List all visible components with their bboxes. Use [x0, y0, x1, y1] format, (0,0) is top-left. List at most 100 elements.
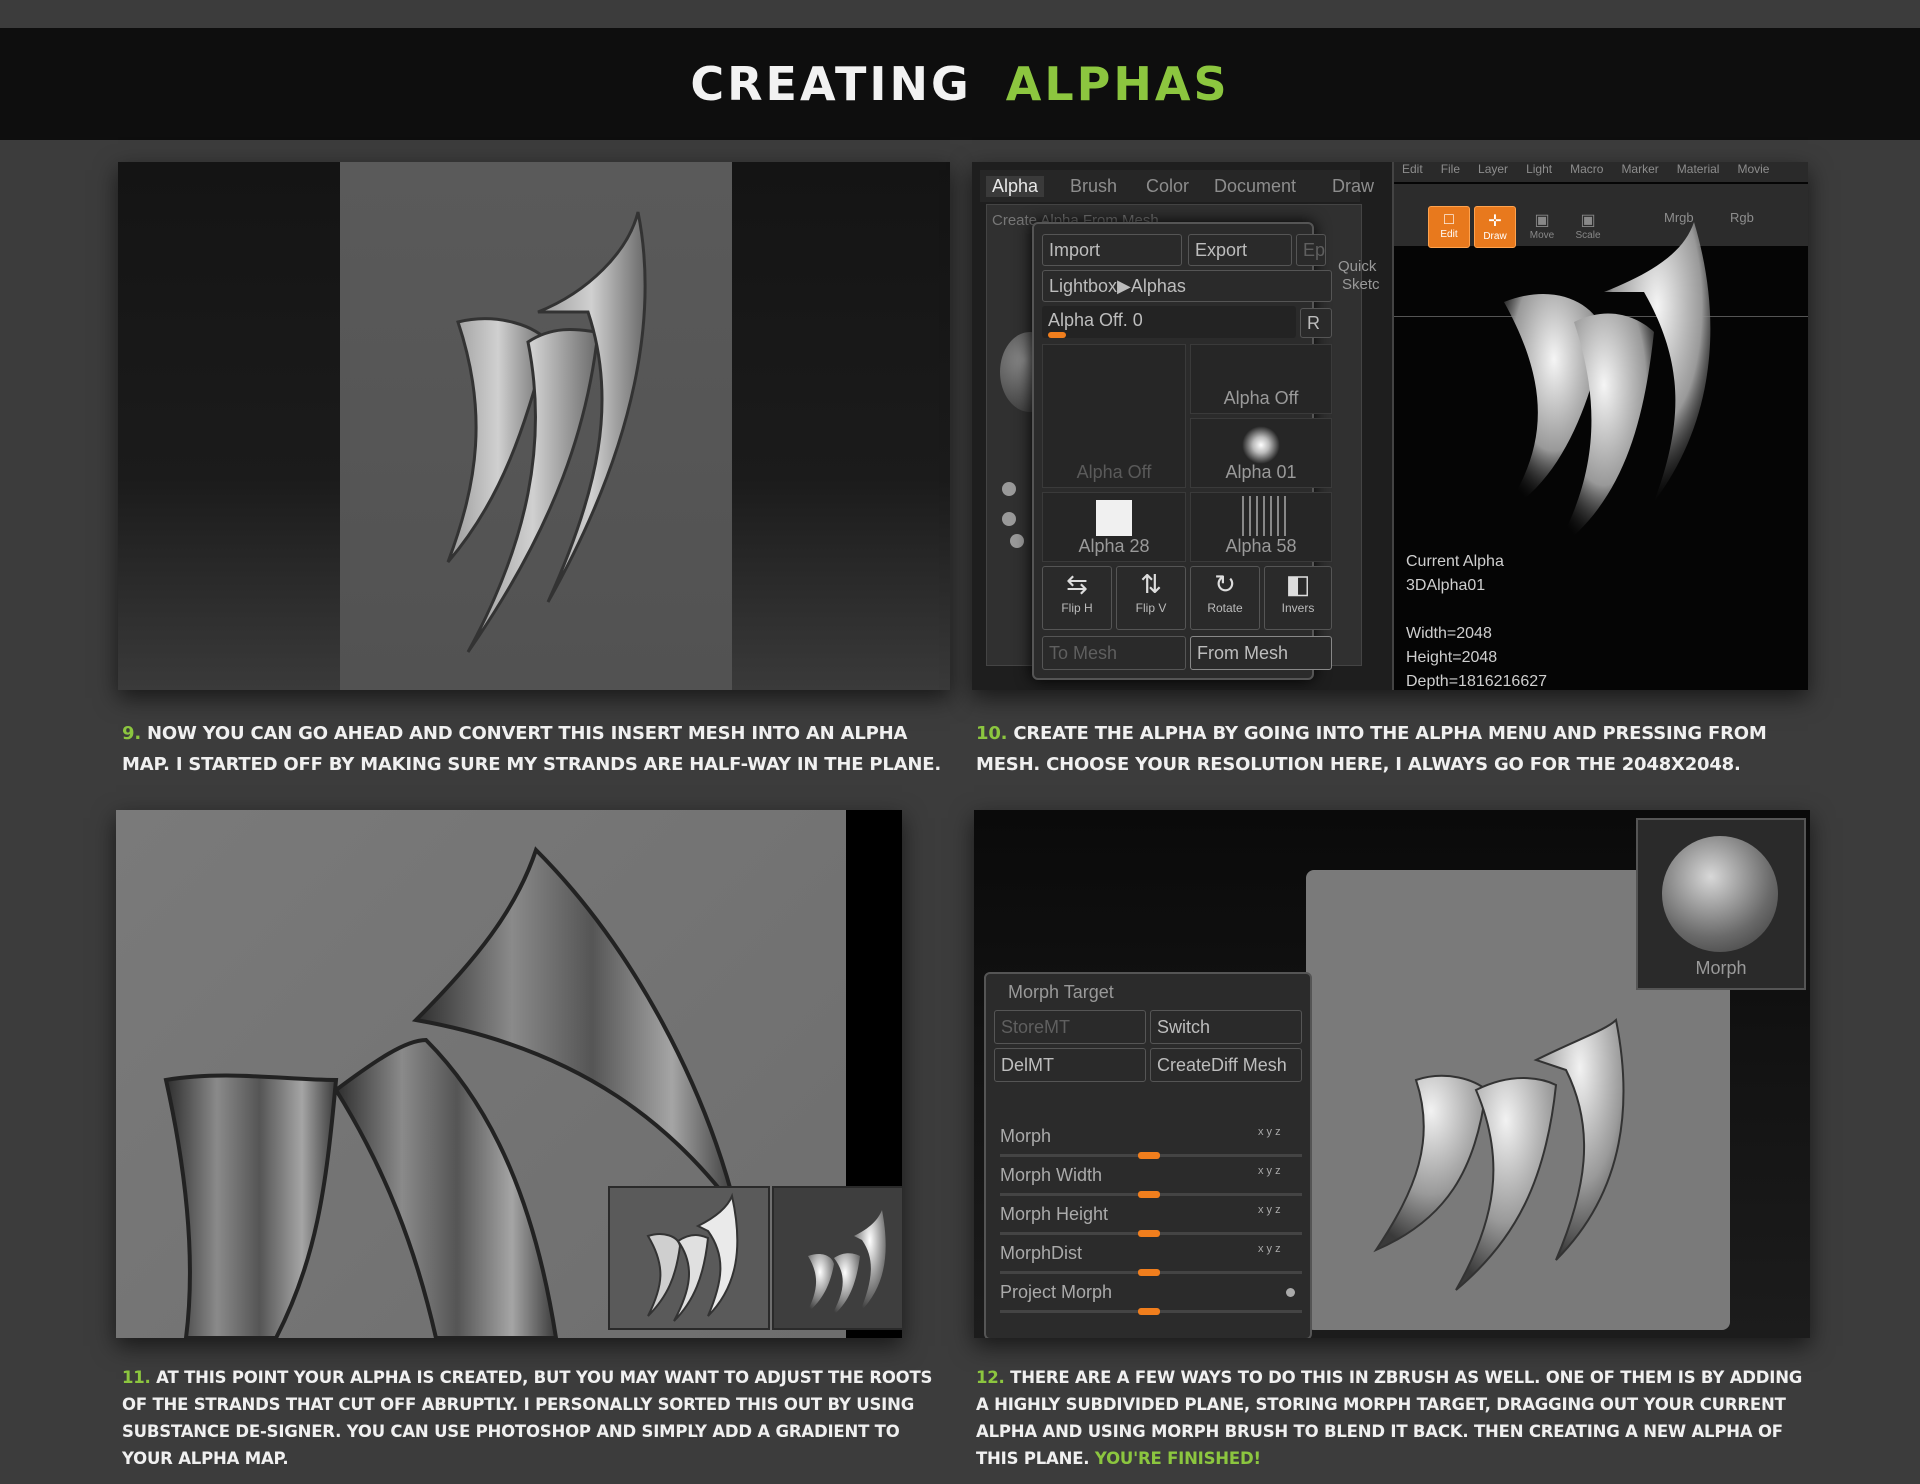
alpha-preview [1504, 222, 1711, 552]
side-dot-1 [1002, 482, 1016, 496]
side-sketch-label: Sketc [1342, 276, 1380, 293]
menu-layer[interactable]: Layer [1478, 162, 1508, 182]
inset-strands-left [646, 1192, 739, 1322]
to-mesh-button[interactable]: To Mesh [1042, 636, 1186, 670]
slider-morph-width-xyz[interactable]: x y z [1258, 1165, 1281, 1177]
flip-v-icon: ⇅ [1140, 569, 1162, 599]
alpha-58-strands [1242, 496, 1286, 536]
tab-document[interactable]: Document [1214, 176, 1296, 197]
lightbox-alphas-button[interactable]: Lightbox▶Alphas [1042, 270, 1332, 302]
menu-movie[interactable]: Movie [1737, 162, 1769, 182]
canvas-area: Edit File Layer Light Macro Marker Mater… [1392, 162, 1808, 690]
storemt-button[interactable]: StoreMT [994, 1010, 1146, 1044]
alpha-58-label: Alpha 58 [1225, 536, 1297, 556]
tab-brush[interactable]: Brush [1070, 176, 1117, 197]
step10-caption: 10. CREATE THE ALPHA BY GOING INTO THE A… [976, 718, 1796, 780]
alpha-01-label: Alpha 01 [1225, 462, 1297, 482]
rotate-icon: ↻ [1214, 569, 1236, 599]
side-dot-2 [1002, 512, 1016, 526]
menu-edit[interactable]: Edit [1402, 162, 1423, 182]
tab-draw[interactable]: Draw [1332, 176, 1374, 197]
info-alpha-name: 3DAlpha01 [1406, 577, 1486, 594]
tab-color[interactable]: Color [1146, 176, 1189, 197]
project-morph-dot-icon[interactable] [1286, 1288, 1295, 1297]
menu-marker[interactable]: Marker [1621, 162, 1658, 182]
title-alphas: ALPHAS [1005, 57, 1230, 111]
flip-v-button[interactable]: ⇅ Flip V [1116, 566, 1186, 630]
invers-button[interactable]: ◧ Invers [1264, 566, 1332, 630]
step12-image: Morph Morph Target StoreMT Switch DelMT … [974, 810, 1810, 1338]
step9-text: NOW YOU CAN GO AHEAD AND CONVERT THIS IN… [122, 723, 941, 775]
import-button[interactable]: Import [1042, 234, 1182, 266]
alpha-01-glow [1242, 426, 1280, 464]
alpha-off-slider[interactable]: Alpha Off. 0 [1042, 306, 1296, 338]
step12-caption: 12. THERE ARE A FEW WAYS TO DO THIS IN Z… [976, 1364, 1806, 1472]
step10-number: 10. [976, 723, 1008, 744]
title-creating: CREATING [690, 57, 972, 111]
alpha-tabs: Alpha Brush Color Document Draw [980, 170, 1374, 202]
info-depth: Depth=1816216627 [1406, 673, 1548, 690]
slider-project-morph-label: Project Morph [1000, 1282, 1113, 1302]
info-height: Height=2048 [1406, 649, 1498, 666]
alpha-28-label: Alpha 28 [1078, 536, 1150, 556]
menu-macro[interactable]: Macro [1570, 162, 1603, 182]
morph-brush-thumb[interactable]: Morph [1636, 818, 1806, 990]
step11-text: AT THIS POINT YOUR ALPHA IS CREATED, BUT… [122, 1368, 933, 1468]
slider-project-morph-knob[interactable] [1138, 1308, 1160, 1315]
top-menu-bar: Edit File Layer Light Macro Marker Mater… [1394, 162, 1808, 182]
slider-morph-knob[interactable] [1138, 1152, 1160, 1159]
step9-number: 9. [122, 723, 141, 744]
delmt-button[interactable]: DelMT [994, 1048, 1146, 1082]
flip-h-button[interactable]: ⇆ Flip H [1042, 566, 1112, 630]
invers-label: Invers [1281, 601, 1315, 615]
switch-button[interactable]: Switch [1150, 1010, 1302, 1044]
export-button[interactable]: Export [1188, 234, 1292, 266]
step12-number: 12. [976, 1368, 1005, 1387]
step10-image: Alpha Brush Color Document Draw Create A… [972, 162, 1808, 690]
tab-alpha[interactable]: Alpha [986, 176, 1045, 197]
step9-image [118, 162, 950, 690]
strands-render [446, 211, 647, 653]
step11-image [116, 810, 902, 1338]
info-width: Width=2048 [1406, 625, 1492, 642]
invers-icon: ◧ [1285, 569, 1311, 599]
rotate-label: Rotate [1207, 601, 1243, 615]
step10-text: CREATE THE ALPHA BY GOING INTO THE ALPHA… [976, 723, 1767, 775]
rotate-button[interactable]: ↻ Rotate [1190, 566, 1260, 630]
current-alpha-info: Current Alpha 3DAlpha01 Width=2048 Heigh… [1406, 550, 1547, 690]
slider-morphdist-knob[interactable] [1138, 1269, 1160, 1276]
slider-morph-width-label: Morph Width [1000, 1165, 1103, 1185]
slider-morphdist-label: MorphDist [1000, 1243, 1083, 1263]
alpha-off-large-label: Alpha Off [1076, 462, 1152, 482]
menu-material[interactable]: Material [1677, 162, 1720, 182]
step11-number: 11. [122, 1368, 151, 1387]
slider-morph-width-knob[interactable] [1138, 1191, 1160, 1198]
step9-caption: 9. NOW YOU CAN GO AHEAD AND CONVERT THIS… [122, 718, 952, 780]
side-quick-label: Quick [1338, 258, 1377, 275]
r-button[interactable]: R [1300, 308, 1332, 338]
alpha-off-label: Alpha Off [1223, 388, 1299, 408]
page-title: CREATING ALPHAS [0, 28, 1920, 140]
slider-morph-height-label: Morph Height [1000, 1204, 1109, 1224]
slider-morph-height-xyz[interactable]: x y z [1258, 1204, 1281, 1216]
alpha-palette-popup: Import Export Ep Lightbox▶Alphas Alpha O… [1032, 222, 1332, 680]
step12-finished: YOU'RE FINISHED! [1094, 1449, 1261, 1468]
slider-morph-xyz[interactable]: x y z [1258, 1126, 1281, 1138]
ep-button[interactable]: Ep [1296, 234, 1326, 266]
alpha-off-slider-label: Alpha Off. 0 [1048, 310, 1143, 330]
from-mesh-button[interactable]: From Mesh [1190, 636, 1332, 670]
side-dot-3 [1010, 534, 1024, 548]
morph-target-palette: Morph Target StoreMT Switch DelMT Create… [984, 972, 1312, 1338]
creatediff-mesh-button[interactable]: CreateDiff Mesh [1150, 1048, 1302, 1082]
morph-target-title: Morph Target [1008, 982, 1114, 1002]
slider-morphdist-xyz[interactable]: x y z [1258, 1243, 1281, 1255]
morph-brush-label: Morph [1695, 958, 1747, 978]
slider-morph-height-knob[interactable] [1138, 1230, 1160, 1237]
slider-morph-label: Morph [1000, 1126, 1052, 1146]
menu-file[interactable]: File [1441, 162, 1460, 182]
flip-h-icon: ⇆ [1066, 569, 1088, 599]
flip-h-label: Flip H [1061, 601, 1093, 615]
menu-light[interactable]: Light [1526, 162, 1552, 182]
alpha-off-slider-knob[interactable] [1048, 332, 1066, 338]
